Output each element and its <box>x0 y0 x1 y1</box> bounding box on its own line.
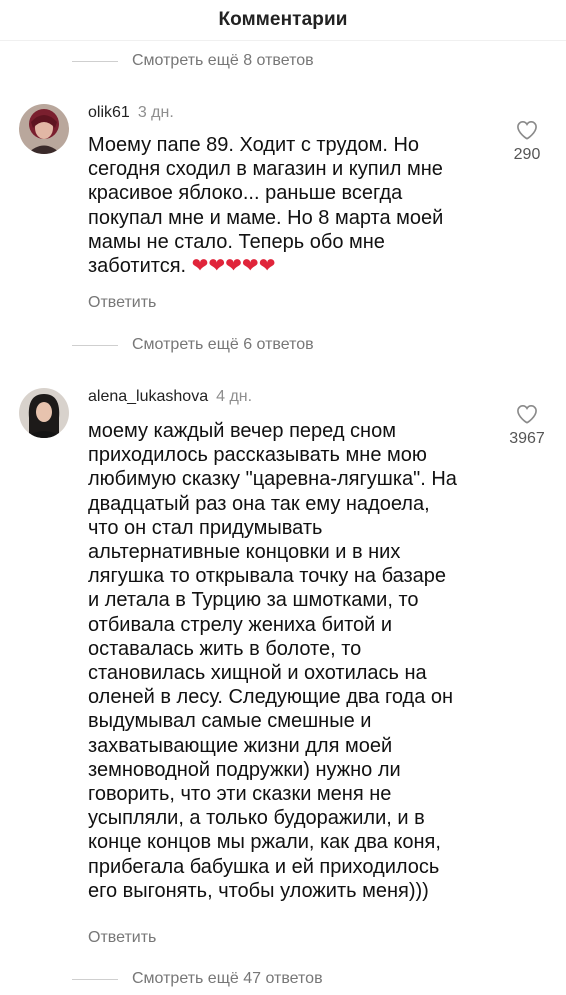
divider-line <box>72 978 118 980</box>
avatar[interactable] <box>19 104 69 154</box>
view-more-replies-button[interactable]: Смотреть ещё 6 ответов <box>72 336 314 354</box>
comment-meta: olik61 3 дн. <box>88 104 174 122</box>
comment-time: 4 дн. <box>216 388 253 405</box>
view-more-replies-label: Смотреть ещё 8 ответов <box>132 52 314 69</box>
view-more-replies-label: Смотреть ещё 6 ответов <box>132 336 314 353</box>
view-more-replies-label: Смотреть ещё 47 ответов <box>132 970 323 987</box>
heart-icon[interactable] <box>516 404 538 424</box>
reply-button[interactable]: Ответить <box>88 929 156 947</box>
divider-line <box>72 60 118 62</box>
heart-emoji: ❤❤❤❤❤ <box>191 255 276 278</box>
comment-text: моему каждый вечер перед сном приходилос… <box>88 420 457 902</box>
like-control: 290 <box>502 120 552 164</box>
username[interactable]: alena_lukashova <box>88 388 208 406</box>
reply-button[interactable]: Ответить <box>88 294 156 312</box>
heart-icon[interactable] <box>516 120 538 140</box>
like-count: 290 <box>513 146 541 163</box>
username[interactable]: olik61 <box>88 104 130 122</box>
comment-text: Моему папе 89. Ходит с трудом. Но сегодн… <box>88 133 443 278</box>
avatar[interactable] <box>19 388 69 438</box>
comment-meta: alena_lukashova 4 дн. <box>88 388 252 406</box>
like-control: 3967 <box>502 404 552 448</box>
like-count: 3967 <box>509 430 545 447</box>
divider-line <box>72 344 118 346</box>
view-more-replies-button[interactable]: Смотреть ещё 8 ответов <box>72 52 314 70</box>
comment-time: 3 дн. <box>137 104 174 121</box>
page-title: Комментарии <box>218 9 348 30</box>
comments-header: Комментарии <box>0 0 566 41</box>
view-more-replies-button[interactable]: Смотреть ещё 47 ответов <box>72 970 323 988</box>
